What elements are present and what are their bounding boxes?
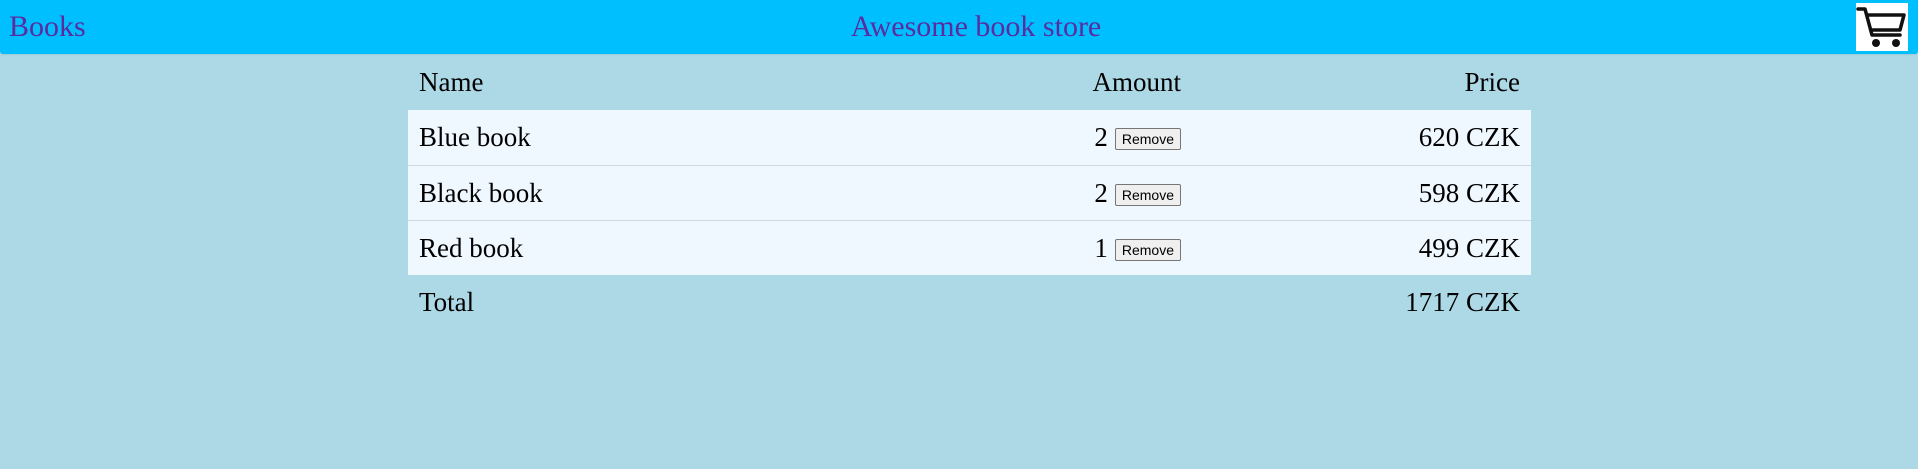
amount-cell: 1 Remove <box>1094 232 1181 264</box>
book-name: Black book <box>419 178 543 208</box>
book-name: Blue book <box>419 122 531 152</box>
amount-cell: 2 Remove <box>1094 177 1181 209</box>
book-price: 620 CZK <box>1418 122 1520 152</box>
page-title: Awesome book store <box>850 10 1102 43</box>
total-label: Total <box>419 287 475 317</box>
total-price: 1717 CZK <box>1405 287 1520 317</box>
total-row: Total 1717 CZK <box>408 275 1531 330</box>
book-price: 598 CZK <box>1418 178 1520 208</box>
remove-button[interactable]: Remove <box>1114 128 1181 150</box>
shopping-cart-icon <box>1856 7 1906 47</box>
column-header-amount: Amount <box>1092 67 1181 97</box>
table-row: Blue book 2 Remove 620 CZK <box>408 110 1531 165</box>
book-name: Red book <box>419 233 524 263</box>
app-header: Books Awesome book store <box>0 0 1918 54</box>
cart-table: Name Amount Price Blue book 2 Remove 620… <box>408 55 1531 330</box>
book-amount: 2 <box>1094 122 1108 152</box>
remove-button[interactable]: Remove <box>1114 239 1181 261</box>
table-header-row: Name Amount Price <box>408 55 1531 110</box>
book-amount: 2 <box>1094 178 1108 208</box>
table-row: Black book 2 Remove 598 CZK <box>408 165 1531 220</box>
column-header-price: Price <box>1464 67 1520 97</box>
table-row: Red book 1 Remove 499 CZK <box>408 220 1531 275</box>
column-header-name: Name <box>419 67 484 97</box>
cart-button[interactable] <box>1856 3 1908 51</box>
amount-cell: 2 Remove <box>1094 121 1181 153</box>
book-amount: 1 <box>1094 233 1108 263</box>
book-price: 499 CZK <box>1418 233 1520 263</box>
remove-button[interactable]: Remove <box>1114 184 1181 206</box>
